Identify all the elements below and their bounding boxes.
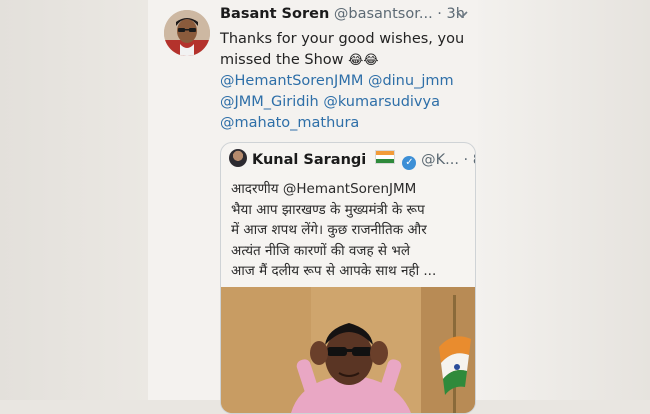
author-handle[interactable]: @basantsor... [334, 6, 433, 22]
author-name[interactable]: Basant Soren [220, 6, 329, 22]
mention-link[interactable]: @kumarsudivya [323, 94, 440, 110]
mention-link[interactable]: @mahato_mathura [220, 115, 359, 131]
quoted-time[interactable]: 8h [473, 152, 475, 168]
mention-link[interactable]: @dinu_jmm [368, 73, 454, 89]
tweet-card[interactable]: Basant Soren @basantsor... · 3h Thanks f… [148, 0, 478, 414]
quoted-handle[interactable]: @K... [421, 152, 459, 168]
quoted-tweet[interactable]: Kunal Sarangi ✓ @K... · 8h आदरणीय @Heman… [220, 142, 476, 414]
tweet-text: missed the Show [220, 52, 344, 68]
avatar-photo [164, 10, 210, 56]
avatar[interactable] [164, 10, 210, 56]
verified-badge-icon: ✓ [402, 156, 417, 170]
separator-dot: · [437, 6, 442, 22]
tweet-text-line: Thanks for your good wishes, you [220, 31, 465, 47]
background-right [478, 0, 650, 400]
quoted-photo[interactable] [221, 287, 475, 413]
mention-link[interactable]: @JMM_Giridih [220, 94, 319, 110]
quoted-text-line: आज मैं दलीय रूप से आपके साथ नही ... [231, 263, 437, 279]
quoted-text-line: में आज शपथ लेंगे। कुछ राजनीतिक और [231, 222, 427, 238]
india-flag-icon [374, 150, 395, 164]
tweet-text-line: missed the Show 😂😂 [220, 50, 470, 71]
mention-line: @mahato_mathura [220, 113, 470, 134]
photo-image [221, 287, 475, 413]
tweet-body: Thanks for your good wishes, you missed … [220, 29, 470, 134]
laughing-emoji-icon: 😂😂 [348, 53, 379, 68]
chevron-down-icon[interactable] [456, 8, 468, 22]
background-left [0, 0, 148, 400]
quoted-text: आदरणीय @HemantSorenJMM भैया आप झारखण्ड क… [231, 179, 469, 282]
mention-line: @JMM_Giridih @kumarsudivya [220, 92, 470, 113]
separator-dot: · [463, 152, 469, 168]
quoted-avatar[interactable] [229, 149, 247, 167]
quoted-author-name[interactable]: Kunal Sarangi [252, 152, 366, 168]
tweet-header: Basant Soren @basantsor... · 3h [220, 6, 472, 28]
quoted-text-line: भैया आप झारखण्ड के मुख्यमंत्री के रूप [231, 201, 425, 218]
mention-link[interactable]: @HemantSorenJMM [220, 73, 363, 89]
quoted-text-line: आदरणीय @HemantSorenJMM [231, 181, 417, 197]
quoted-text-line: अत्यंत नीजि कारणों की वजह से भले [231, 242, 410, 259]
quoted-header: Kunal Sarangi ✓ @K... · 8h [229, 149, 475, 171]
mention-line: @HemantSorenJMM @dinu_jmm [220, 71, 470, 92]
